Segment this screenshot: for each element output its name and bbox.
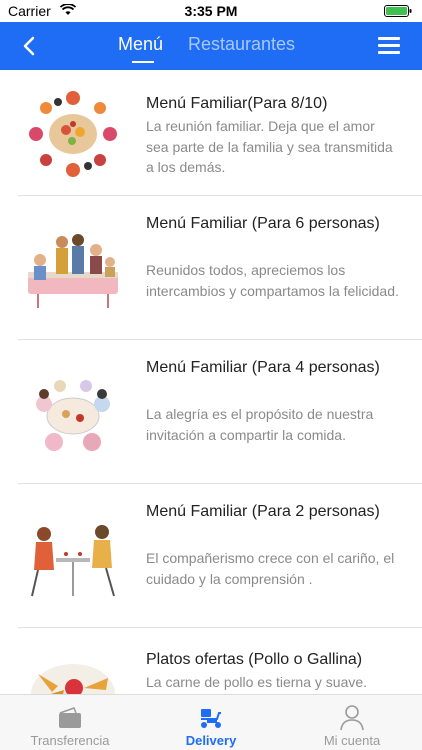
nav-bar: Menú Restaurantes [0,22,422,70]
menu-item[interactable]: Menú Familiar(Para 8/10) La reunión fami… [0,70,422,196]
bottom-tab-bar: Transferencia Delivery Mi cuenta [0,694,422,750]
menu-item[interactable]: Menú Familiar (Para 2 personas) El compa… [0,484,422,628]
back-button[interactable] [18,34,42,58]
hamburger-icon [378,37,400,40]
menu-item-description: El compañerismo crece con el cariño, el … [146,550,395,587]
menu-item[interactable]: Menú Familiar (Para 6 personas) Reunidos… [0,196,422,340]
menu-list[interactable]: Menú Familiar(Para 8/10) La reunión fami… [0,70,422,694]
clock: 3:35 PM [184,3,238,19]
group-meal-image [36,380,110,451]
tab-label: Mi cuenta [323,733,381,748]
tab-menu[interactable]: Menú [118,34,163,55]
wallet-icon [59,707,81,728]
hamburger-menu-button[interactable] [378,37,400,55]
family-banquet-image [29,91,117,177]
tab-transferencia[interactable]: Transferencia [0,695,140,750]
menu-item-title: Menú Familiar (Para 6 personas) [146,215,380,232]
fried-chicken-image [31,664,115,694]
menu-item-description: La alegría es el propósito de nuestra in… [146,406,374,443]
active-tab-indicator [132,61,154,63]
menu-item-title: Menú Familiar(Para 8/10) [146,95,328,112]
menu-item[interactable]: Platos ofertas (Pollo o Gallina) La carn… [0,628,422,694]
menu-item-title: Menú Familiar (Para 2 personas) [146,503,380,520]
user-icon [340,705,364,731]
tab-label: Delivery [185,733,237,748]
couple-dinner-image [31,525,115,597]
tab-delivery[interactable]: Delivery [141,695,281,750]
tab-mi-cuenta[interactable]: Mi cuenta [282,695,422,750]
status-bar: Carrier 3:35 PM [0,0,422,22]
menu-item-description: La reunión familiar. Deja que el amor se… [146,118,393,175]
menu-item-description: Reunidos todos, apreciemos los intercamb… [146,262,399,299]
scooter-icon [201,709,221,728]
menu-item-title: Platos ofertas (Pollo o Gallina) [146,651,363,668]
menu-item-description: La carne de pollo es tierna y suave. [146,674,368,690]
menu-item[interactable]: Menú Familiar (Para 4 personas) La alegr… [0,340,422,484]
family-dinner-image [28,234,118,308]
tab-restaurantes[interactable]: Restaurantes [188,34,295,55]
menu-item-title: Menú Familiar (Para 4 personas) [146,359,380,376]
battery-icon [384,5,412,17]
tab-label: Transferencia [30,733,110,748]
